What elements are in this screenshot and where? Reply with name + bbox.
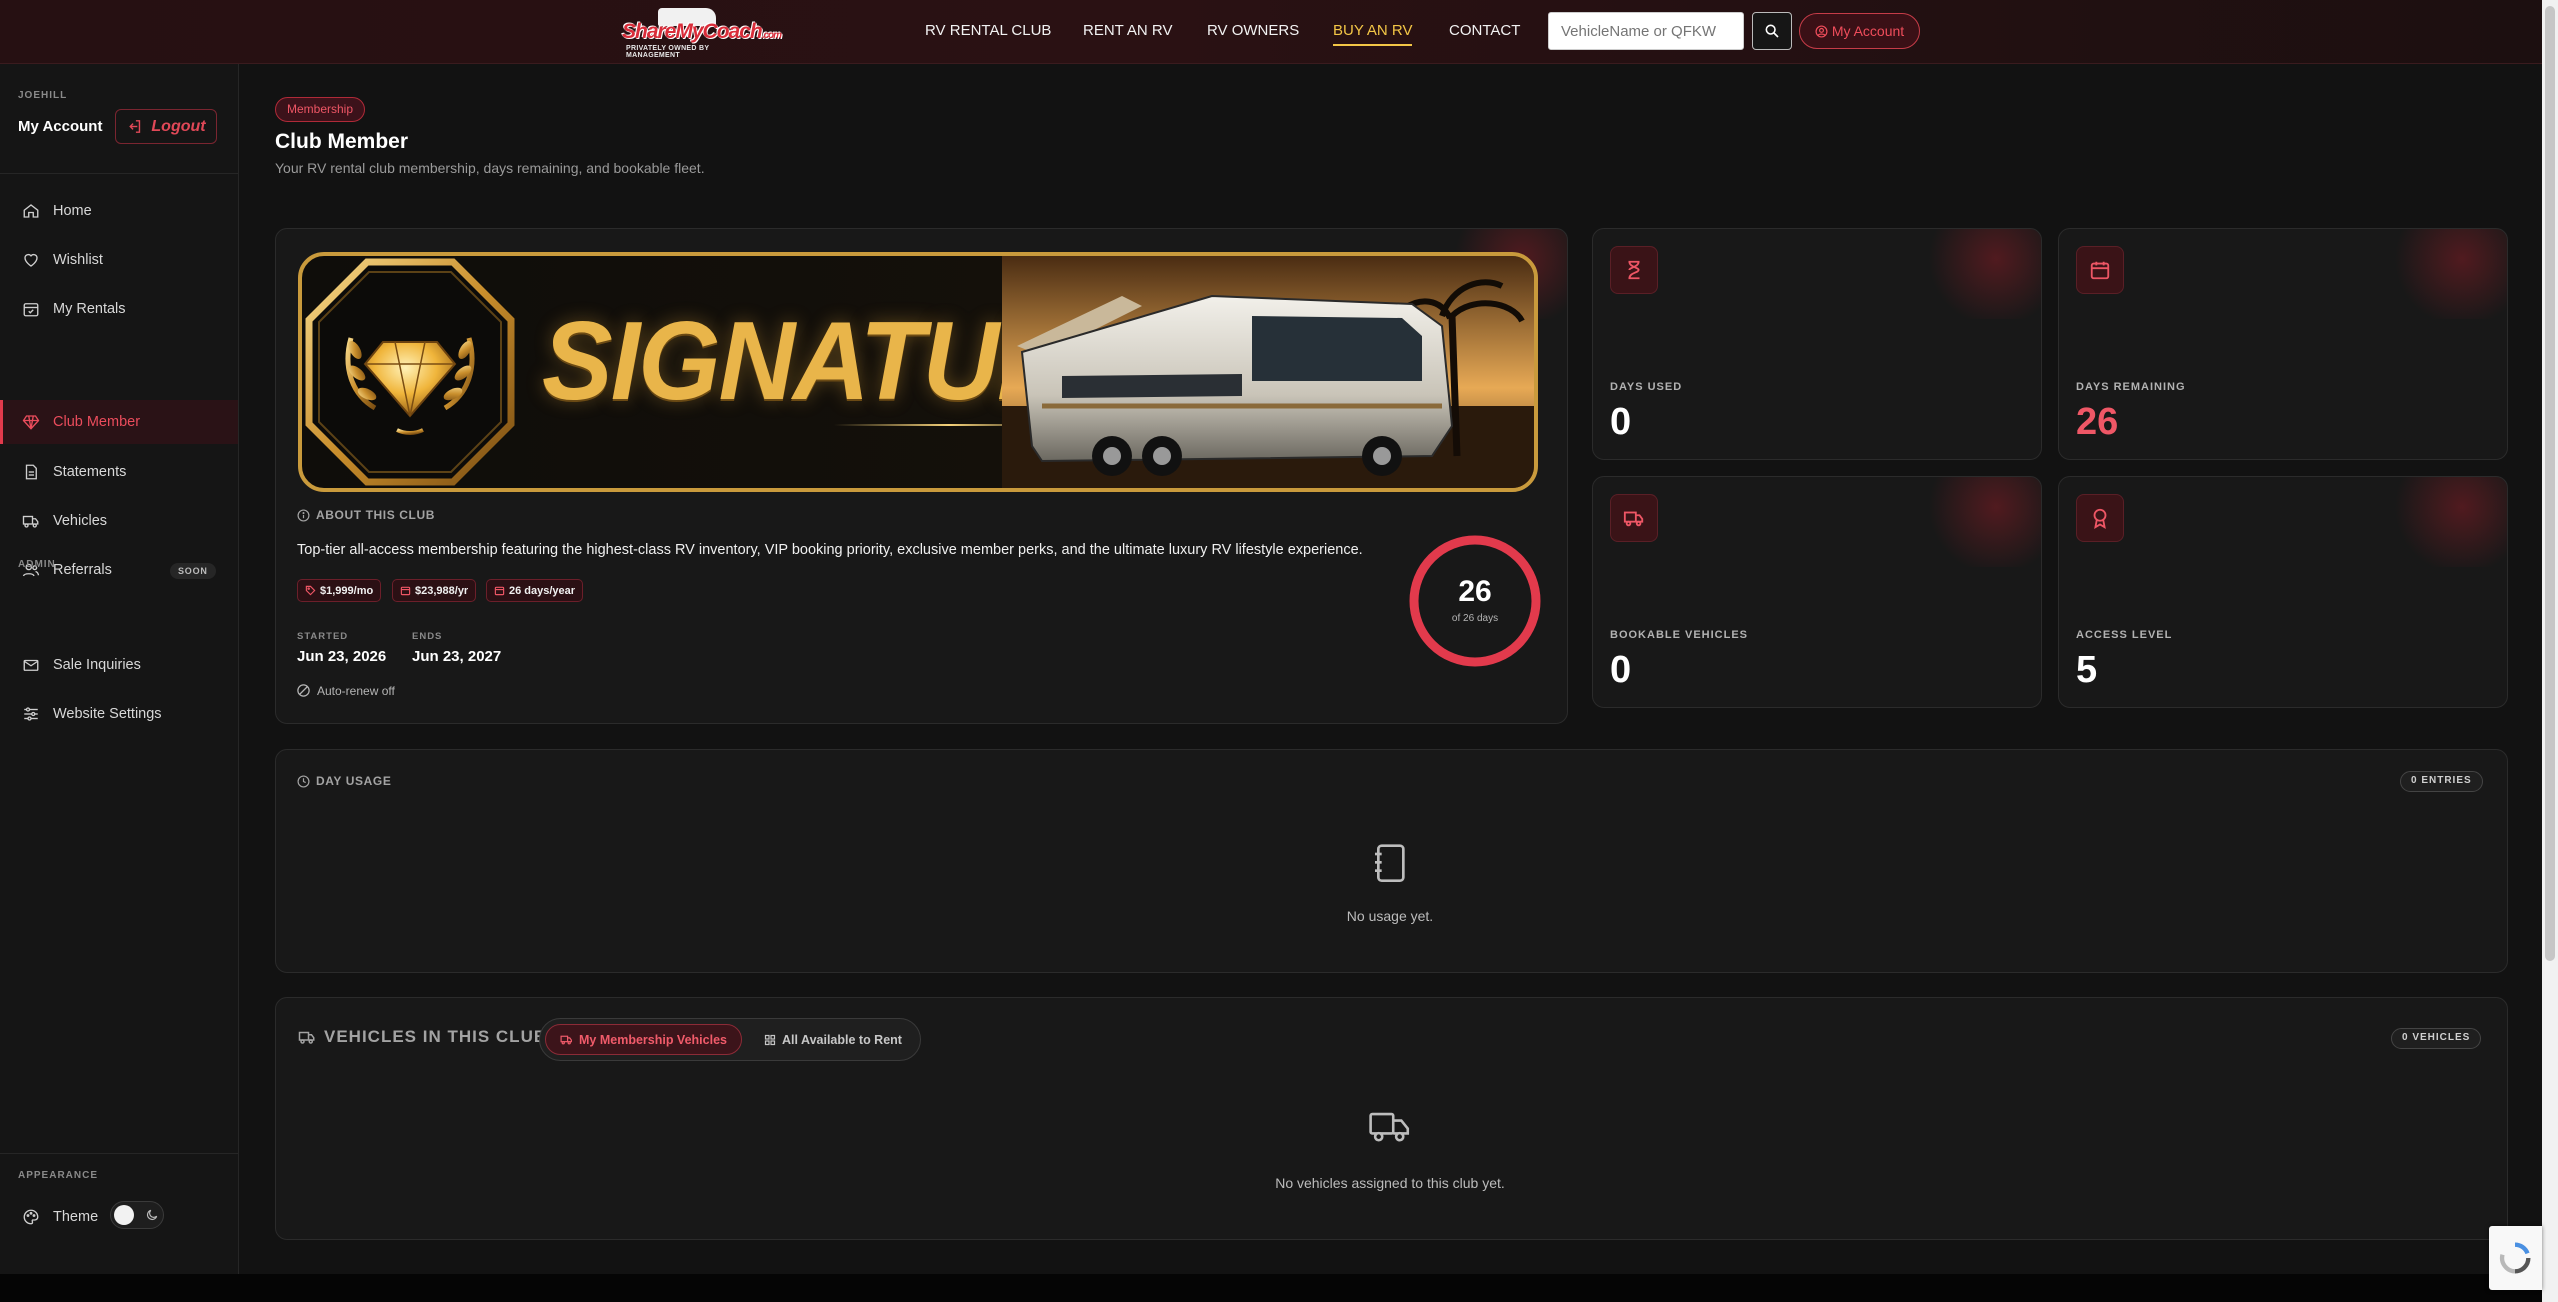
sidebar-item-website-settings[interactable]: Website Settings bbox=[0, 692, 238, 736]
price-monthly-tag: $1,999/mo bbox=[297, 579, 382, 602]
logout-icon bbox=[129, 120, 141, 133]
club-description: Top-tier all-access membership featuring… bbox=[297, 542, 1363, 558]
heart-icon bbox=[24, 253, 38, 267]
user-circle-icon bbox=[1815, 24, 1828, 38]
nav-rv-owners[interactable]: RV OWNERS bbox=[1207, 22, 1299, 39]
ends-date: Jun 23, 2027 bbox=[412, 648, 502, 665]
day-usage-heading: DAY USAGE bbox=[297, 774, 391, 788]
sidebar-account-label: My Account bbox=[18, 118, 103, 135]
luxury-rv-photo bbox=[1002, 256, 1534, 488]
search-button[interactable] bbox=[1752, 12, 1792, 50]
soon-badge: SOON bbox=[170, 563, 216, 579]
notebook-icon bbox=[1375, 844, 1405, 883]
clock-icon bbox=[297, 774, 310, 788]
about-club-heading: ABOUT THIS CLUB bbox=[297, 508, 435, 522]
truck-icon bbox=[1369, 1112, 1410, 1142]
diamond-emblem-icon bbox=[305, 258, 515, 486]
sliders-icon bbox=[24, 707, 38, 721]
day-usage-empty-text: No usage yet. bbox=[1346, 908, 1434, 924]
logout-button[interactable]: Logout bbox=[115, 109, 217, 144]
truck-icon bbox=[560, 1035, 572, 1045]
stat-icon-box bbox=[1610, 494, 1658, 542]
award-icon bbox=[2093, 508, 2107, 529]
days-per-year-tag: 26 days/year bbox=[486, 579, 584, 602]
calendar-icon bbox=[2090, 261, 2110, 280]
tab-my-membership-vehicles[interactable]: My Membership Vehicles bbox=[545, 1024, 742, 1055]
page-subtitle: Your RV rental club membership, days rem… bbox=[275, 160, 705, 176]
my-account-button[interactable]: My Account bbox=[1799, 13, 1920, 49]
stat-card-bookable-vehicles: BOOKABLE VEHICLES 0 bbox=[1592, 476, 2042, 708]
sidebar: JOEHILL My Account Logout Home Wishlist … bbox=[0, 64, 239, 1274]
hourglass-icon bbox=[1628, 260, 1640, 280]
gem-icon bbox=[22, 415, 40, 430]
ban-icon bbox=[297, 684, 310, 697]
days-remaining-ring: 26 of 26 days bbox=[1405, 531, 1545, 671]
palette-icon bbox=[23, 1209, 39, 1225]
ends-label: ENDS bbox=[412, 631, 443, 642]
nav-rv-rental-club[interactable]: RV RENTAL CLUB bbox=[925, 22, 1051, 39]
grid-icon bbox=[764, 1034, 776, 1045]
search-icon bbox=[1765, 24, 1779, 38]
started-date: Jun 23, 2026 bbox=[297, 648, 387, 665]
appearance-section-label: APPEARANCE bbox=[18, 1170, 99, 1181]
started-label: STARTED bbox=[297, 631, 349, 642]
sidebar-item-my-rentals[interactable]: My Rentals bbox=[0, 287, 238, 331]
sidebar-item-home[interactable]: Home bbox=[0, 189, 238, 233]
page-title: Club Member bbox=[275, 130, 409, 153]
tab-all-available-to-rent[interactable]: All Available to Rent bbox=[750, 1024, 916, 1055]
tag-icon bbox=[305, 585, 316, 596]
nav-buy-an-rv[interactable]: BUY AN RV bbox=[1333, 22, 1413, 46]
entries-count-badge: 0 ENTRIES bbox=[2400, 771, 2483, 792]
site-logo[interactable]: ShareMyCoach.com PRIVATELY OWNED BY MANA… bbox=[622, 8, 782, 59]
sidebar-item-club-member[interactable]: Club Member bbox=[0, 400, 238, 444]
page-footer-strip bbox=[0, 1274, 2542, 1302]
vehicle-filter-tabs: My Membership Vehicles All Available to … bbox=[539, 1018, 921, 1061]
stat-card-days-remaining: DAYS REMAINING 26 bbox=[2058, 228, 2508, 460]
scrollbar-thumb[interactable] bbox=[2545, 6, 2555, 961]
sidebar-item-sale-inquiries[interactable]: Sale Inquiries bbox=[0, 643, 238, 687]
sidebar-item-wishlist[interactable]: Wishlist bbox=[0, 238, 238, 282]
sidebar-item-referrals[interactable]: Referrals SOON bbox=[0, 548, 238, 592]
stat-icon-box bbox=[1610, 246, 1658, 294]
moon-icon bbox=[147, 1209, 158, 1220]
vehicles-count-badge: 0 VEHICLES bbox=[2391, 1028, 2482, 1049]
toggle-knob bbox=[114, 1205, 134, 1225]
vehicle-search-input[interactable] bbox=[1548, 12, 1744, 50]
price-yearly-tag: $23,988/yr bbox=[392, 579, 477, 602]
recaptcha-icon bbox=[2499, 1242, 2531, 1274]
truck-icon bbox=[1623, 511, 1644, 527]
stat-card-days-used: DAYS USED 0 bbox=[1592, 228, 2042, 460]
stat-icon-box bbox=[2076, 494, 2124, 542]
sidebar-item-vehicles[interactable]: Vehicles bbox=[0, 499, 238, 543]
document-icon bbox=[25, 464, 37, 480]
recaptcha-badge[interactable] bbox=[2489, 1226, 2542, 1290]
home-icon bbox=[23, 204, 39, 218]
info-icon bbox=[297, 508, 310, 522]
truck-icon bbox=[298, 1031, 315, 1044]
membership-badge: Membership bbox=[275, 97, 366, 122]
mail-icon bbox=[23, 659, 39, 671]
admin-section-label: ADMIN bbox=[18, 559, 56, 570]
sidebar-divider bbox=[0, 173, 238, 174]
theme-label: Theme bbox=[0, 1195, 100, 1239]
calendar-icon bbox=[400, 586, 411, 596]
top-navbar: ShareMyCoach.com PRIVATELY OWNED BY MANA… bbox=[0, 0, 2542, 64]
sidebar-divider bbox=[0, 1153, 238, 1154]
membership-banner: SIGNATURE bbox=[298, 252, 1538, 492]
sidebar-username: JOEHILL bbox=[18, 90, 68, 101]
theme-toggle[interactable] bbox=[110, 1201, 164, 1229]
truck-icon bbox=[22, 515, 39, 528]
sidebar-item-statements[interactable]: Statements bbox=[0, 450, 238, 494]
ring-value: 26 bbox=[1458, 575, 1492, 608]
vehicles-heading: VEHICLES IN THIS CLUB bbox=[298, 1027, 547, 1047]
stat-icon-box bbox=[2076, 246, 2124, 294]
auto-renew-status: Auto-renew off bbox=[296, 683, 395, 698]
vehicles-empty-text: No vehicles assigned to this club yet. bbox=[1275, 1175, 1505, 1191]
nav-contact[interactable]: CONTACT bbox=[1449, 22, 1520, 39]
stat-card-access-level: ACCESS LEVEL 5 bbox=[2058, 476, 2508, 708]
calendar-icon bbox=[494, 586, 505, 596]
calendar-check-icon bbox=[23, 303, 39, 317]
nav-rent-an-rv[interactable]: RENT AN RV bbox=[1083, 22, 1172, 39]
ring-caption: of 26 days bbox=[1451, 613, 1499, 624]
